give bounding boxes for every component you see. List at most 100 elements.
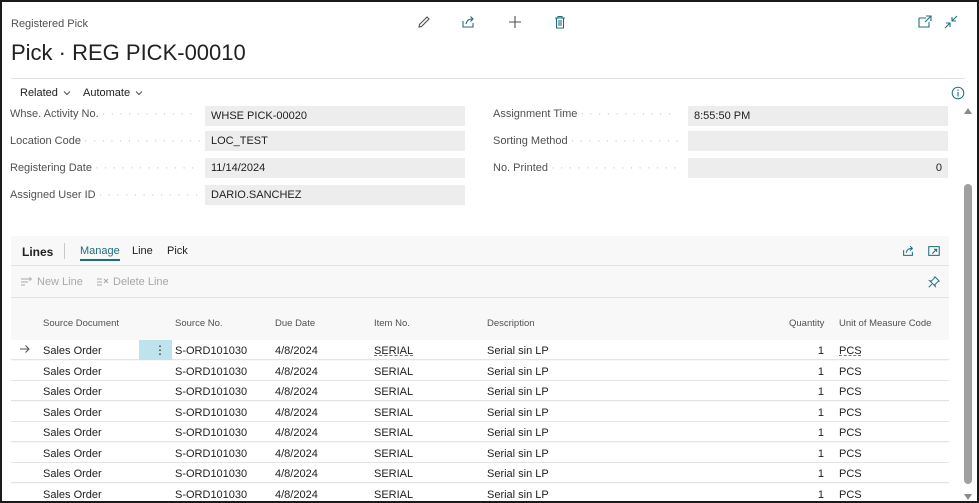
tab-pick[interactable]: Pick	[167, 245, 188, 257]
new-line-label: New Line	[37, 276, 83, 288]
cell-quantity: 1	[817, 406, 824, 419]
field-label-no-printed: No. Printed · · · · · · · · · · · · · · …	[493, 162, 678, 174]
cell-source-no: S-ORD101030	[175, 365, 248, 378]
scroll-up-arrow[interactable]	[964, 108, 972, 114]
cell-source-no: S-ORD101030	[175, 488, 248, 501]
lines-header: Lines Manage Line Pick	[11, 236, 949, 266]
cell-item-no: SERIAL	[374, 447, 414, 460]
scroll-down-arrow[interactable]	[964, 494, 972, 500]
col-header-uom[interactable]: Unit of Measure Code	[839, 318, 931, 329]
page-caption: Registered Pick	[11, 18, 89, 30]
field-label-assignment-time: Assignment Time · · · · · · · · · · ·	[493, 108, 673, 120]
page-frame: Registered Pick Pick · REG PICK-00010 Re…	[0, 0, 979, 503]
table-row[interactable]: Sales Order S-ORD101030 4/8/2024 SERIAL Seri…	[11, 463, 949, 483]
collapse-icon[interactable]	[943, 14, 963, 34]
cell-quantity: 1	[817, 468, 824, 480]
lines-title: Lines	[22, 245, 54, 259]
tab-line[interactable]: Line	[132, 245, 153, 257]
automate-menu-label: Automate	[83, 87, 131, 99]
related-menu[interactable]: Related	[20, 87, 72, 99]
plus-icon[interactable]	[507, 14, 529, 34]
field-value-sorting-method[interactable]	[688, 131, 948, 151]
scroll-thumb[interactable]	[964, 184, 972, 484]
new-line-button[interactable]: New Line	[20, 276, 83, 288]
col-header-quantity[interactable]: Quantity	[789, 318, 824, 329]
cell-uom: PCS	[839, 386, 862, 398]
page-scrollbar[interactable]	[963, 106, 973, 500]
cell-quantity: 1	[817, 386, 824, 398]
cell-uom[interactable]: PCS	[839, 345, 862, 357]
table-row[interactable]: ⋮ Sales Order S-ORD101030 4/8/2024 SERIAL Ser…	[11, 340, 949, 360]
table-row[interactable]: Sales Order S-ORD101030 4/8/2024 SERIAL Seri…	[11, 442, 949, 463]
pencil-icon[interactable]	[416, 14, 438, 34]
cell-item-no: SERIAL	[374, 406, 414, 419]
grid-header: Source Document Source No. Due Date Item…	[11, 312, 949, 334]
page-title: Pick · REG PICK-00010	[11, 40, 246, 65]
table-row[interactable]: Sales Order S-ORD101030 4/8/2024 SERIAL Seri…	[11, 381, 949, 401]
cell-item-no: SERIAL	[374, 386, 414, 398]
window-controls	[917, 14, 965, 34]
cell-source-no: S-ORD101030	[175, 386, 248, 398]
cell-description: Serial sin LP	[487, 365, 549, 378]
automate-menu[interactable]: Automate	[83, 87, 144, 99]
cell-quantity: 1	[817, 447, 824, 460]
lines-toolbar: New Line Delete Line	[11, 266, 949, 298]
trash-icon[interactable]	[552, 14, 574, 34]
cell-due-date: 4/8/2024	[275, 447, 318, 460]
cell-uom: PCS	[839, 447, 862, 460]
cell-item-no: SERIAL	[374, 468, 414, 480]
col-header-due-date[interactable]: Due Date	[275, 318, 315, 329]
cell-quantity: 1	[817, 345, 824, 357]
field-label-location-code: Location Code · · · · · · · · · · · · · …	[10, 135, 200, 147]
cell-description: Serial sin LP	[487, 406, 549, 419]
field-label-assigned-user-id: Assigned User ID · · · · · · · · · · · ·	[10, 189, 200, 201]
col-header-source-document[interactable]: Source Document	[43, 318, 119, 329]
cell-description: Serial sin LP	[487, 447, 549, 460]
cell-item-no[interactable]: SERIAL	[374, 345, 413, 357]
related-menu-label: Related	[20, 87, 58, 99]
cell-description: Serial sin LP	[487, 468, 549, 480]
cell-description: Serial sin LP	[487, 386, 549, 398]
cell-due-date: 4/8/2024	[275, 345, 318, 357]
cell-quantity: 1	[817, 365, 824, 378]
row-actions-button[interactable]: ⋮	[139, 340, 172, 360]
table-row[interactable]: Sales Order S-ORD101030 4/8/2024 SERIAL Seri…	[11, 483, 949, 501]
table-row[interactable]: Sales Order S-ORD101030 4/8/2024 SERIAL Seri…	[11, 401, 949, 422]
chevron-down-icon	[135, 91, 143, 96]
more-options-icon: ⋮	[154, 343, 166, 357]
cell-due-date: 4/8/2024	[275, 365, 318, 378]
field-value-location-code[interactable]: LOC_TEST	[205, 131, 465, 151]
open-new-window-icon[interactable]	[917, 14, 937, 34]
new-line-icon	[21, 277, 32, 286]
col-header-source-no[interactable]: Source No.	[175, 318, 223, 329]
table-row[interactable]: Sales Order S-ORD101030 4/8/2024 SERIAL Seri…	[11, 422, 949, 442]
cell-source-no: S-ORD101030	[175, 406, 248, 419]
info-icon[interactable]	[951, 86, 965, 100]
pin-icon[interactable]	[927, 275, 941, 292]
col-header-description[interactable]: Description	[487, 318, 535, 329]
cell-item-no: SERIAL	[374, 488, 414, 501]
delete-line-button[interactable]: Delete Line	[96, 276, 169, 288]
current-row-arrow-icon	[19, 344, 31, 357]
table-row[interactable]: Sales Order S-ORD101030 4/8/2024 SERIAL Seri…	[11, 360, 949, 381]
share-icon[interactable]	[901, 244, 915, 261]
cell-source-document: Sales Order	[43, 345, 102, 357]
field-value-registering-date[interactable]: 11/14/2024	[205, 158, 465, 178]
col-header-item-no[interactable]: Item No.	[374, 318, 410, 329]
cell-source-no: S-ORD101030	[175, 427, 248, 439]
expand-icon[interactable]	[927, 244, 941, 261]
cell-uom: PCS	[839, 468, 862, 480]
delete-line-label: Delete Line	[113, 276, 169, 288]
share-icon[interactable]	[460, 14, 482, 34]
tab-manage[interactable]: Manage	[80, 245, 120, 261]
field-value-assigned-user-id[interactable]: DARIO.SANCHEZ	[205, 185, 465, 205]
delete-line-icon	[97, 278, 109, 286]
field-value-no-printed[interactable]: 0	[688, 158, 948, 178]
cell-due-date: 4/8/2024	[275, 386, 318, 398]
field-value-whse-activity-no[interactable]: WHSE PICK-00020	[205, 106, 465, 126]
field-label-sorting-method: Sorting Method · · · · · · · · · · · · ·	[493, 135, 680, 147]
field-value-assignment-time[interactable]: 8:55:50 PM	[688, 106, 948, 126]
cell-source-no: S-ORD101030	[175, 345, 248, 357]
cell-description: Serial sin LP	[487, 345, 549, 357]
field-label-registering-date: Registering Date · · · · · · · · · · · ·	[10, 162, 196, 174]
